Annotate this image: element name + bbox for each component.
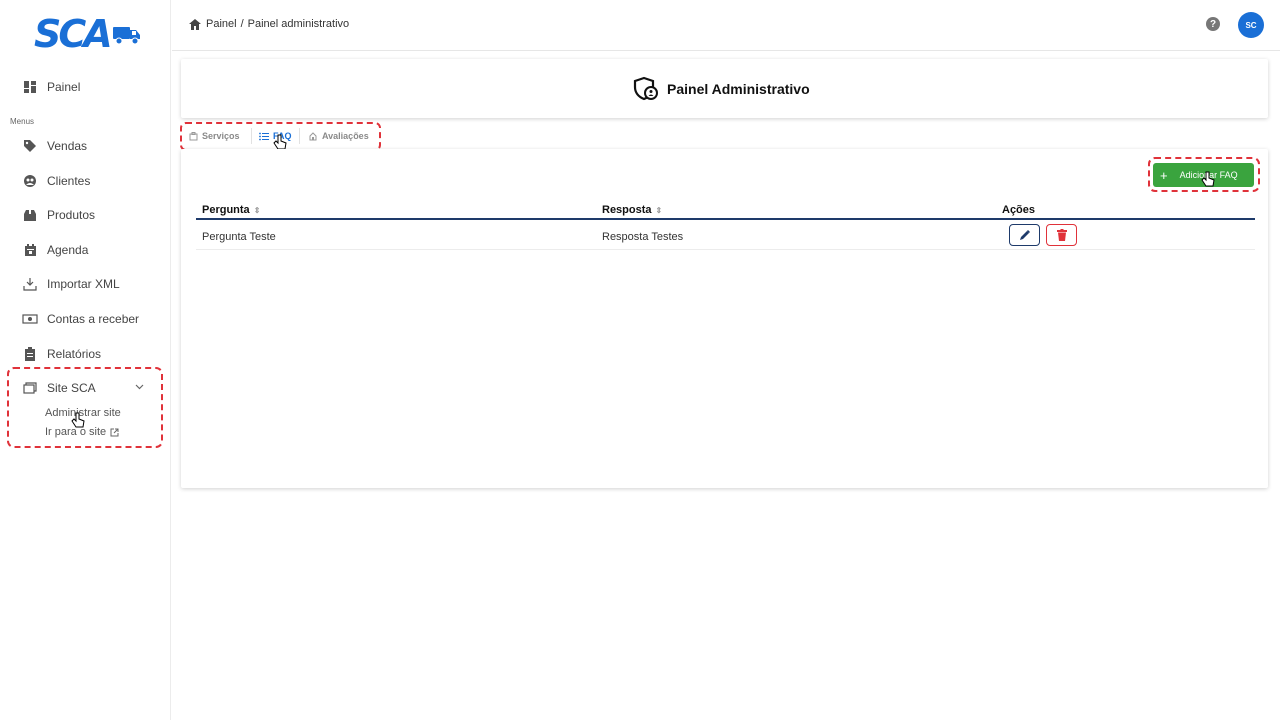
sidebar-item-label: Produtos: [47, 208, 96, 222]
breadcrumb-separator: /: [240, 18, 244, 30]
sidebar-item-relatorios[interactable]: Relatórios: [22, 344, 101, 364]
tab-avaliacoes[interactable]: Avaliações: [308, 131, 369, 141]
tab-label: Serviços: [202, 131, 240, 141]
column-header-resposta[interactable]: Resposta ⇕: [602, 204, 662, 216]
hand-cursor-icon: [71, 412, 85, 428]
page-title-card: Painel Administrativo: [181, 59, 1268, 118]
list-icon: [259, 132, 269, 141]
home-icon[interactable]: [189, 18, 201, 30]
breadcrumb-painel[interactable]: Painel: [206, 18, 237, 30]
cell-pergunta: Pergunta Teste: [202, 231, 276, 243]
calendar-icon: [22, 242, 38, 258]
sidebar-item-vendas[interactable]: Vendas: [22, 136, 87, 156]
plus-icon: +: [1160, 167, 1168, 183]
delete-button[interactable]: [1046, 224, 1077, 246]
column-header-label: Ações: [1002, 204, 1036, 216]
menus-section-label: Menus: [10, 117, 35, 126]
pencil-icon: [1019, 230, 1030, 240]
faq-panel: [181, 149, 1268, 488]
sidebar-item-contas-a-receber[interactable]: Contas a receber: [22, 309, 139, 329]
sidebar-item-clientes[interactable]: Clientes: [22, 171, 90, 191]
tag-icon: [22, 138, 38, 154]
row-divider: [196, 249, 1255, 250]
sidebar-item-label: Importar XML: [47, 277, 120, 291]
sidebar-item-label: Agenda: [47, 243, 89, 257]
sidebar-item-produtos[interactable]: Produtos: [22, 205, 95, 225]
sidebar-item-label: Contas a receber: [47, 312, 140, 326]
package-icon: [22, 207, 38, 223]
tab-label: Avaliações: [322, 131, 369, 141]
admin-shield-icon: [633, 76, 658, 101]
top-bar: Painel / Painel administrativo ? SC: [172, 0, 1280, 51]
download-icon: [22, 276, 38, 292]
clipboard-icon: [22, 346, 38, 362]
sidebar-item-importar-xml[interactable]: Importar XML: [22, 274, 120, 294]
rating-icon: [308, 131, 318, 141]
sidebar-item-label: Vendas: [47, 139, 88, 153]
sca-logo[interactable]: SCA: [34, 12, 142, 56]
sidebar-item-painel[interactable]: Painel: [22, 77, 80, 97]
sidebar-item-label: Painel: [47, 80, 81, 94]
cell-resposta: Resposta Testes: [602, 231, 684, 243]
sort-icon: ⇕: [253, 205, 261, 215]
hand-cursor-icon: [1201, 171, 1215, 187]
column-header-label: Resposta: [602, 204, 652, 216]
tab-divider: [251, 128, 252, 144]
header-divider: [196, 218, 1255, 220]
clients-icon: [22, 173, 38, 189]
column-header-pergunta[interactable]: Pergunta ⇕: [202, 204, 260, 216]
help-icon[interactable]: ?: [1206, 17, 1220, 31]
breadcrumb-current: Painel administrativo: [247, 18, 350, 30]
tab-servicos[interactable]: Serviços: [189, 131, 240, 141]
services-icon: [189, 131, 198, 141]
edit-button[interactable]: [1009, 224, 1040, 246]
logo-text: SCA: [34, 12, 113, 56]
page-title: Painel Administrativo: [667, 81, 810, 97]
breadcrumb: Painel / Painel administrativo: [189, 18, 349, 30]
trash-icon: [1056, 229, 1067, 241]
avatar[interactable]: SC: [1238, 12, 1264, 38]
external-link-icon: [110, 428, 119, 436]
sidebar: SCA Painel Menus Vendas Clientes Produto: [0, 0, 171, 720]
column-header-label: Pergunta: [202, 204, 250, 216]
dashboard-icon: [22, 79, 38, 95]
sidebar-item-label: Clientes: [47, 174, 91, 188]
sidebar-item-agenda[interactable]: Agenda: [22, 240, 88, 260]
sort-icon: ⇕: [655, 205, 663, 215]
truck-icon: [112, 27, 140, 45]
column-header-acoes: Ações: [1002, 204, 1035, 216]
sidebar-item-label: Relatórios: [47, 347, 102, 361]
money-icon: [22, 311, 38, 327]
tab-divider: [299, 128, 300, 144]
